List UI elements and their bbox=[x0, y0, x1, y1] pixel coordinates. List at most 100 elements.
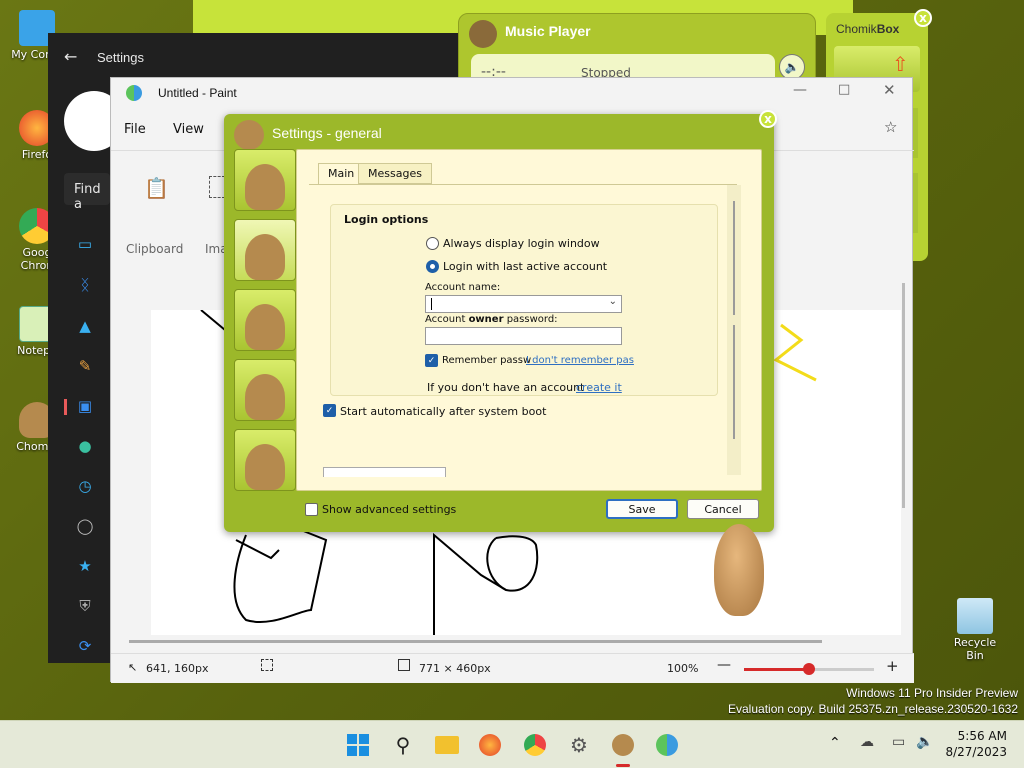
side-menu-downloads[interactable] bbox=[234, 429, 296, 491]
side-menu-appearance[interactable] bbox=[234, 219, 296, 281]
account-name-label: Account name: bbox=[425, 282, 501, 293]
forgot-password-link[interactable]: I don't remember pas bbox=[526, 355, 634, 366]
radio-last-label: Login with last active account bbox=[443, 260, 608, 273]
remember-password-label: Remember passw bbox=[442, 355, 532, 366]
file-explorer-icon[interactable] bbox=[431, 729, 463, 761]
chomikbox-taskbar-icon[interactable] bbox=[607, 729, 639, 761]
paint-title: Untitled - Paint bbox=[158, 86, 237, 100]
selection-size-icon bbox=[261, 659, 273, 671]
desktop-icon-recycle-bin[interactable]: Recycle Bin bbox=[944, 598, 1006, 662]
chomikbox-title: ChomikBox bbox=[836, 22, 900, 36]
find-setting-input[interactable]: Find a bbox=[64, 173, 110, 212]
panel-scrollbar[interactable] bbox=[727, 185, 741, 475]
autostart-checkbox[interactable]: ✓ bbox=[323, 404, 336, 417]
zoom-slider-fill bbox=[744, 668, 809, 671]
no-account-text: If you don't have an account - bbox=[427, 381, 592, 394]
hamster-wrench-icon bbox=[245, 164, 285, 210]
chomikbox-close-icon[interactable]: x bbox=[914, 9, 932, 27]
remember-password-checkbox[interactable]: ✓ bbox=[425, 354, 438, 367]
dialog-close-icon[interactable]: x bbox=[759, 110, 777, 128]
pointer-icon: ↖ bbox=[128, 661, 138, 674]
side-menu-sound[interactable] bbox=[234, 359, 296, 421]
cursor-position: 641, 160px bbox=[146, 662, 209, 675]
monitor-status-icon[interactable]: ▭ bbox=[892, 734, 905, 750]
network-offline-icon[interactable]: ☁ bbox=[860, 734, 874, 750]
system-icon[interactable]: ▭ bbox=[76, 235, 94, 253]
paint-status-bar: ↖ 641, 160px 771 × 460px 100% — + bbox=[111, 653, 914, 683]
select-icon[interactable] bbox=[209, 176, 225, 198]
paint-taskbar-icon[interactable] bbox=[651, 729, 683, 761]
search-icon[interactable]: ⚲ bbox=[387, 729, 419, 761]
music-player-title: Music Player bbox=[505, 23, 591, 39]
show-advanced-checkbox[interactable] bbox=[305, 503, 318, 516]
paint-app-icon bbox=[126, 85, 142, 101]
time-language-icon[interactable]: ◷ bbox=[76, 477, 94, 495]
firefox-icon[interactable] bbox=[474, 729, 506, 761]
maximize-icon[interactable]: □ bbox=[838, 82, 850, 97]
apps-icon[interactable]: ▣ bbox=[76, 397, 94, 415]
menu-file[interactable]: File bbox=[124, 122, 146, 137]
gaming-icon[interactable]: ◯ bbox=[76, 517, 94, 535]
hamster-palette-icon bbox=[245, 234, 285, 280]
minimize-icon[interactable]: — bbox=[793, 82, 807, 98]
canvas-size-icon bbox=[398, 659, 410, 671]
zoom-slider-thumb[interactable] bbox=[803, 663, 815, 675]
clock-date[interactable]: 8/27/2023 bbox=[943, 745, 1007, 759]
hamster-headphones-icon bbox=[245, 374, 285, 420]
close-icon[interactable]: ✕ bbox=[883, 81, 896, 99]
autostart-label: Start automatically after system boot bbox=[340, 405, 547, 418]
save-button[interactable]: Save bbox=[606, 499, 678, 519]
chevron-up-icon[interactable]: ⌃ bbox=[829, 735, 841, 751]
create-account-link[interactable]: create it bbox=[576, 381, 622, 394]
tab-messages[interactable]: Messages bbox=[358, 163, 432, 184]
privacy-shield-icon[interactable]: ⛨ bbox=[76, 597, 94, 615]
account-name-dropdown[interactable]: ⌄ bbox=[425, 295, 622, 313]
radio-always-display[interactable] bbox=[426, 237, 439, 250]
accessibility-icon[interactable]: ★ bbox=[76, 557, 94, 575]
radio-always-label: Always display login window bbox=[443, 237, 600, 250]
password-label: Account owner password: bbox=[425, 314, 558, 325]
network-icon[interactable]: ▲ bbox=[76, 317, 94, 335]
password-field[interactable] bbox=[425, 327, 622, 345]
radio-last-account[interactable] bbox=[426, 260, 439, 273]
watermark-line2: Evaluation copy. Build 25375.zn_release.… bbox=[728, 702, 1018, 716]
settings-panel: Main Messages Login options Always displ… bbox=[296, 149, 762, 491]
personalization-icon[interactable]: ✎ bbox=[76, 357, 94, 375]
cancel-button[interactable]: Cancel bbox=[687, 499, 759, 519]
zoom-in-icon[interactable]: + bbox=[886, 657, 899, 675]
account-icon[interactable]: ☆ bbox=[884, 118, 897, 136]
clipboard-group-label: Clipboard bbox=[126, 242, 184, 256]
scrollbar-thumb[interactable] bbox=[733, 325, 735, 439]
start-windows-icon[interactable] bbox=[342, 729, 374, 761]
menu-view[interactable]: View bbox=[173, 122, 204, 137]
chevron-down-icon: ⌄ bbox=[608, 296, 617, 307]
clock-time[interactable]: 5:56 AM bbox=[949, 729, 1007, 743]
settings-gear-icon[interactable]: ⚙ bbox=[563, 729, 595, 761]
side-menu-contacts[interactable] bbox=[234, 289, 296, 351]
back-arrow-icon[interactable]: ← bbox=[64, 47, 77, 66]
show-advanced-label: Show advanced settings bbox=[322, 503, 457, 516]
volume-icon[interactable]: 🔈 bbox=[916, 734, 933, 750]
scrollbar-thumb[interactable] bbox=[733, 201, 735, 315]
bluetooth-icon[interactable]: ᛝ bbox=[76, 276, 94, 294]
windows-update-icon[interactable]: ⟳ bbox=[76, 637, 94, 655]
side-menu-general[interactable] bbox=[234, 149, 296, 211]
hamster-body bbox=[714, 524, 764, 616]
login-options-group: Login options Always display login windo… bbox=[330, 204, 718, 396]
zoom-out-icon[interactable]: — bbox=[717, 657, 731, 673]
canvas-size: 771 × 460px bbox=[419, 662, 491, 675]
active-app-indicator bbox=[616, 764, 630, 767]
settings-title: Settings bbox=[97, 50, 144, 65]
nav-selection-indicator bbox=[64, 399, 67, 415]
zoom-level: 100% bbox=[667, 662, 699, 675]
recycle-bin-icon bbox=[957, 598, 993, 634]
vertical-scrollbar[interactable] bbox=[902, 283, 905, 508]
horizontal-scrollbar[interactable] bbox=[129, 640, 822, 643]
hamster-mascot[interactable] bbox=[700, 518, 780, 622]
clipboard-icon[interactable]: 📋 bbox=[144, 176, 169, 200]
accounts-icon[interactable]: ● bbox=[76, 437, 94, 455]
chrome-icon[interactable] bbox=[519, 729, 551, 761]
hidden-button[interactable] bbox=[323, 467, 446, 477]
watermark-line1: Windows 11 Pro Insider Preview bbox=[846, 686, 1018, 700]
taskbar: ⚲ ⚙ ⌃ ☁ ▭ 🔈 5:56 AM 8/27/2023 bbox=[0, 720, 1024, 768]
